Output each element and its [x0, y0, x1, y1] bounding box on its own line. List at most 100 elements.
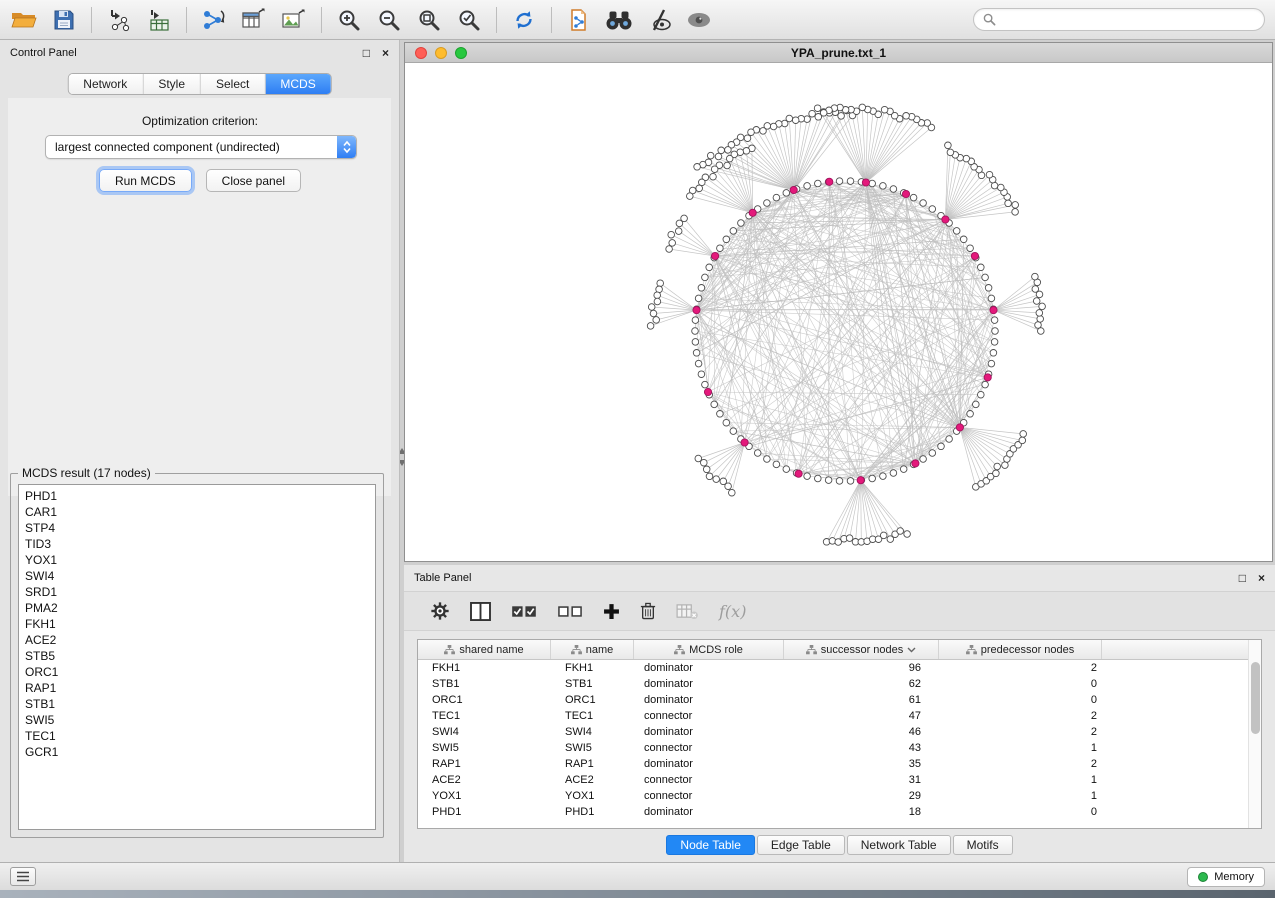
table-row[interactable]: SWI4SWI4dominator462 — [418, 724, 1261, 740]
close-window-button[interactable] — [415, 47, 427, 59]
network-node[interactable] — [991, 317, 998, 324]
minimize-window-button[interactable] — [435, 47, 447, 59]
network-node[interactable] — [880, 473, 887, 480]
network-node[interactable] — [938, 443, 945, 450]
network-node[interactable] — [804, 183, 811, 190]
new-network-button[interactable] — [196, 4, 232, 36]
save-session-button[interactable] — [46, 4, 82, 36]
column-header-name[interactable]: name — [551, 640, 634, 659]
network-node[interactable] — [657, 280, 664, 287]
network-node[interactable] — [982, 274, 989, 281]
mcds-result-item[interactable]: SWI5 — [19, 712, 375, 728]
search-input[interactable] — [1001, 13, 1255, 27]
network-node[interactable] — [654, 298, 661, 305]
network-node[interactable] — [718, 147, 725, 154]
mcds-result-item[interactable]: PMA2 — [19, 600, 375, 616]
network-node[interactable] — [825, 477, 832, 484]
network-node[interactable] — [695, 360, 702, 367]
network-node[interactable] — [773, 461, 780, 468]
network-node-dominator[interactable] — [790, 186, 797, 193]
maximize-window-button[interactable] — [455, 47, 467, 59]
network-node[interactable] — [846, 535, 853, 542]
network-node[interactable] — [967, 245, 974, 252]
network-node[interactable] — [703, 466, 710, 473]
network-node[interactable] — [693, 350, 700, 357]
network-node[interactable] — [814, 105, 821, 112]
tab-network-table[interactable]: Network Table — [847, 835, 951, 855]
mcds-result-item[interactable]: STP4 — [19, 520, 375, 536]
network-node[interactable] — [723, 419, 730, 426]
network-node[interactable] — [692, 328, 699, 335]
zoom-in-button[interactable] — [331, 4, 367, 36]
mcds-result-item[interactable]: RAP1 — [19, 680, 375, 696]
mcds-result-item[interactable]: GCR1 — [19, 744, 375, 760]
table-row[interactable]: SWI5SWI5connector431 — [418, 740, 1261, 756]
network-node[interactable] — [820, 110, 827, 117]
network-node[interactable] — [744, 135, 751, 142]
table-row[interactable]: STB1STB1dominator620 — [418, 676, 1261, 692]
network-node[interactable] — [698, 285, 705, 292]
network-node[interactable] — [676, 220, 683, 227]
search-field[interactable] — [973, 8, 1265, 31]
network-node[interactable] — [1036, 310, 1043, 317]
import-table-button[interactable] — [141, 4, 177, 36]
network-node[interactable] — [947, 149, 954, 156]
export-table-button[interactable] — [236, 4, 272, 36]
network-node[interactable] — [946, 436, 953, 443]
optimization-criterion-select[interactable]: largest connected component (undirected) — [45, 135, 357, 159]
tab-node-table[interactable]: Node Table — [666, 835, 755, 855]
network-node-dominator[interactable] — [902, 190, 909, 197]
network-node[interactable] — [998, 184, 1005, 191]
network-node[interactable] — [897, 528, 904, 535]
network-node-dominator[interactable] — [693, 307, 700, 314]
table-row[interactable]: ACE2ACE2connector311 — [418, 772, 1261, 788]
tab-style[interactable]: Style — [143, 74, 201, 94]
mcds-result-item[interactable]: SWI4 — [19, 568, 375, 584]
column-header-mcds-role[interactable]: MCDS role — [634, 640, 784, 659]
network-node[interactable] — [994, 463, 1001, 470]
network-node[interactable] — [713, 476, 720, 483]
memory-button[interactable]: Memory — [1187, 867, 1265, 887]
network-node[interactable] — [783, 190, 790, 197]
mcds-result-item[interactable]: PHD1 — [19, 488, 375, 504]
table-row[interactable]: FKH1FKH1dominator962 — [418, 660, 1261, 676]
network-titlebar[interactable]: YPA_prune.txt_1 — [405, 43, 1272, 63]
panel-menu-button[interactable] — [10, 867, 36, 886]
mcds-result-item[interactable]: STB1 — [19, 696, 375, 712]
network-node[interactable] — [675, 228, 682, 235]
network-node-dominator[interactable] — [795, 470, 802, 477]
network-node[interactable] — [792, 117, 799, 124]
close-panel-icon[interactable]: × — [382, 47, 389, 59]
network-node[interactable] — [988, 360, 995, 367]
table-row[interactable]: TEC1TEC1connector472 — [418, 708, 1261, 724]
network-node[interactable] — [726, 155, 733, 162]
mcds-result-item[interactable]: SRD1 — [19, 584, 375, 600]
network-node[interactable] — [717, 245, 724, 252]
network-node[interactable] — [1035, 322, 1042, 329]
network-node[interactable] — [764, 456, 771, 463]
network-node[interactable] — [890, 186, 897, 193]
network-node[interactable] — [920, 200, 927, 207]
mcds-result-item[interactable]: STB5 — [19, 648, 375, 664]
network-node[interactable] — [706, 473, 713, 480]
network-node[interactable] — [730, 428, 737, 435]
network-node[interactable] — [804, 473, 811, 480]
network-node[interactable] — [869, 180, 876, 187]
network-node[interactable] — [748, 129, 755, 136]
network-node[interactable] — [701, 459, 708, 466]
network-node[interactable] — [880, 183, 887, 190]
network-node-dominator[interactable] — [990, 307, 997, 314]
search-network-button[interactable] — [601, 4, 637, 36]
network-node[interactable] — [903, 113, 910, 120]
table-row[interactable]: YOX1YOX1connector291 — [418, 788, 1261, 804]
network-node[interactable] — [920, 456, 927, 463]
network-node[interactable] — [696, 185, 703, 192]
network-node[interactable] — [694, 164, 701, 171]
network-node[interactable] — [982, 381, 989, 388]
network-node-dominator[interactable] — [984, 374, 991, 381]
network-node[interactable] — [978, 264, 985, 271]
network-node[interactable] — [1012, 209, 1019, 216]
add-column-button[interactable] — [603, 603, 620, 620]
table-scrollbar[interactable] — [1248, 640, 1261, 828]
delete-column-button[interactable] — [640, 602, 656, 620]
